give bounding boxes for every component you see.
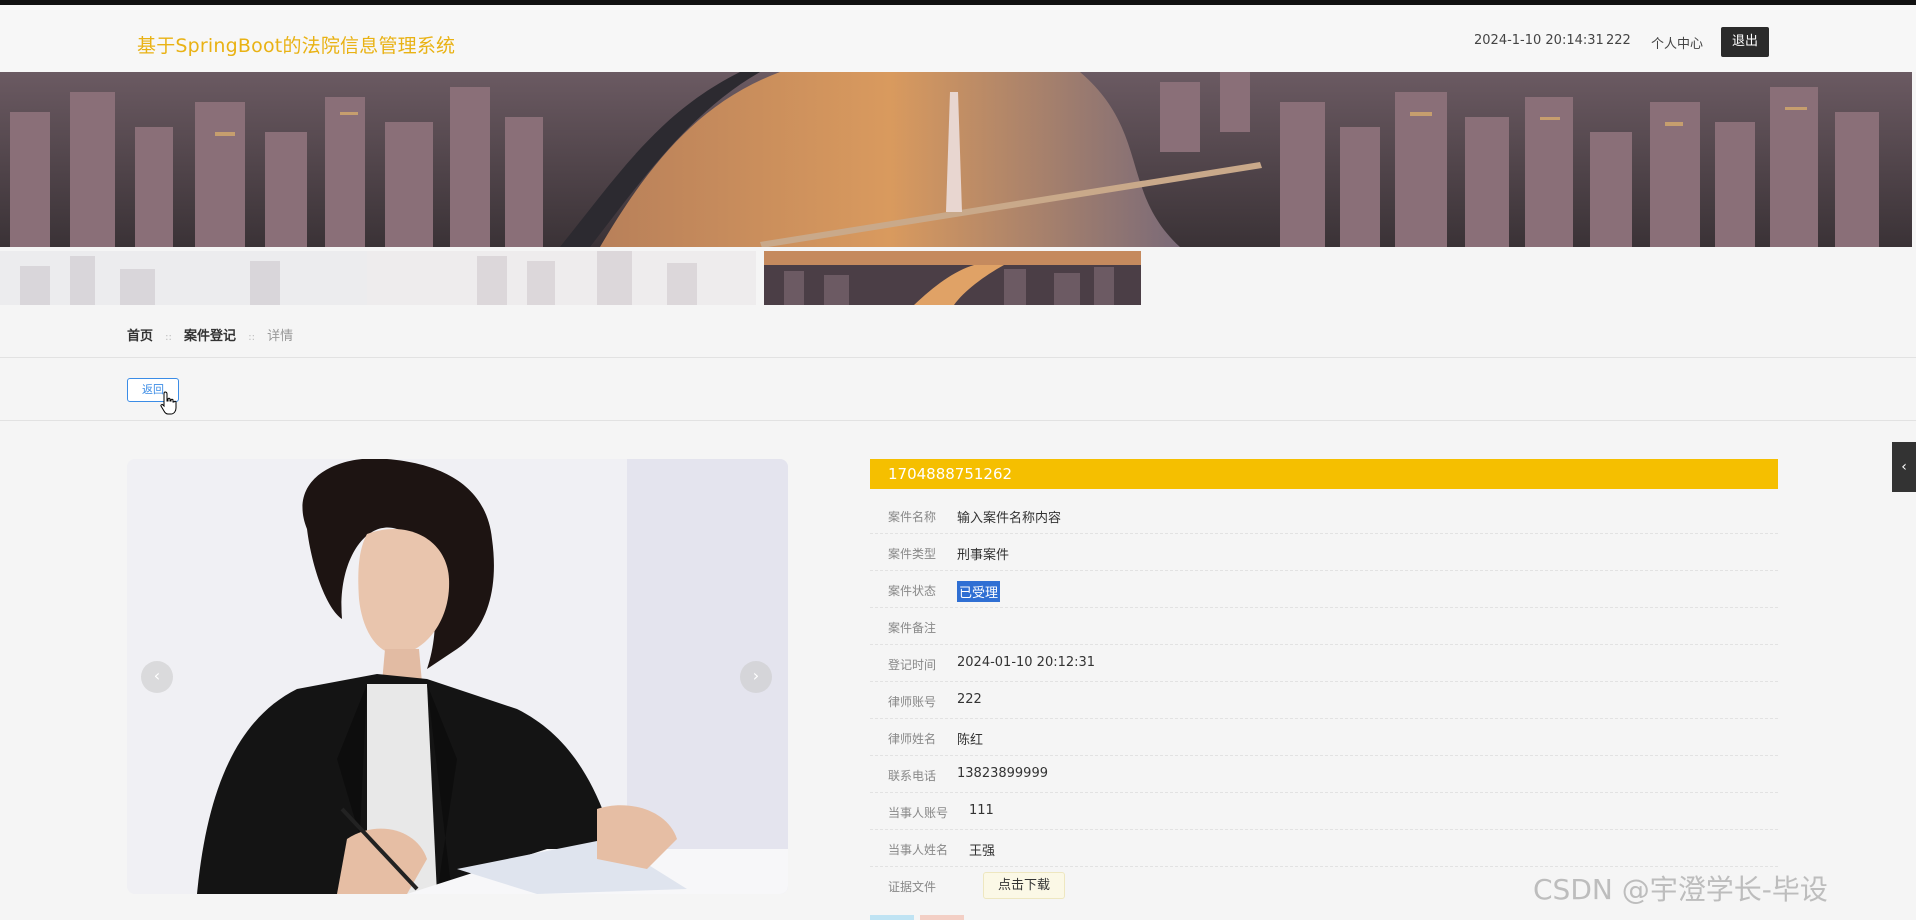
site-header: 基于SpringBoot的法院信息管理系统 2024-1-10 20:14:31… [0,5,1916,72]
detail-row-case-remark: 案件备注 [870,608,1778,645]
detail-row-lawyer-name: 律师姓名 陈红 [870,719,1778,756]
divider [0,357,1916,358]
site-title[interactable]: 基于SpringBoot的法院信息管理系统 [137,31,455,58]
breadcrumb-current: 详情 [267,329,294,344]
username: 222 [1606,33,1631,48]
field-label: 登记时间 [888,658,937,672]
breadcrumb-separator: :: [248,332,255,343]
field-label: 联系电话 [888,769,937,783]
detail-row-case-status: 案件状态 已受理 [870,571,1778,608]
chevron-left-icon: ‹ [1901,459,1907,475]
breadcrumb-section[interactable]: 案件登记 [184,325,236,344]
field-value: 222 [957,692,982,707]
field-value: 2024-01-10 20:12:31 [957,655,1096,670]
action-button-partial[interactable] [920,915,964,920]
divider [0,420,1916,421]
field-value: 陈红 [957,733,984,748]
field-label: 案件类型 [888,547,937,561]
hand-cursor-icon [160,391,177,415]
field-value: 王强 [969,844,996,859]
logout-button[interactable]: 退出 [1721,27,1769,57]
detail-row-register-time: 登记时间 2024-01-10 20:12:31 [870,645,1778,682]
detail-row-case-name: 案件名称 输入案件名称内容 [870,497,1778,534]
field-label: 案件状态 [888,584,937,598]
field-value-selected: 已受理 [957,581,1001,602]
breadcrumb-separator: :: [165,332,172,343]
field-label: 当事人姓名 [888,843,949,857]
detail-row-party-name: 当事人姓名 王强 [870,830,1778,867]
field-value: 刑事案件 [957,548,1010,563]
field-label: 证据文件 [888,880,937,894]
field-label: 当事人账号 [888,806,949,820]
detail-row-party-account: 当事人账号 111 [870,793,1778,830]
case-photo [127,459,788,894]
field-label: 案件名称 [888,510,937,524]
chevron-right-icon: › [752,666,760,685]
profile-link[interactable]: 个人中心 [1651,33,1703,52]
field-value: 13823899999 [957,766,1048,781]
chevron-left-icon: ‹ [153,666,161,685]
download-button[interactable]: 点击下载 [983,872,1066,899]
action-button-partial[interactable] [870,915,914,920]
banner-thumb-1[interactable] [0,251,367,305]
breadcrumb-home[interactable]: 首页 [127,325,153,344]
watermark: CSDN @宇澄学长-毕设 [1533,873,1828,906]
detail-row-phone: 联系电话 13823899999 [870,756,1778,793]
banner-image [0,72,1912,247]
banner-thumb-2[interactable] [367,251,756,305]
detail-row-case-type: 案件类型 刑事案件 [870,534,1778,571]
detail-row-lawyer-account: 律师账号 222 [870,682,1778,719]
current-datetime: 2024-1-10 20:14:31 [1474,33,1604,48]
breadcrumb: 首页 :: 案件登记 :: 详情 [127,325,293,344]
field-value: 输入案件名称内容 [957,511,1062,526]
field-value: 111 [969,803,994,818]
side-panel-toggle[interactable]: ‹ [1892,442,1916,492]
carousel-next-button[interactable]: › [740,661,772,693]
field-label: 律师账号 [888,695,937,709]
case-number-header: 1704888751262 [870,459,1778,489]
field-label: 律师姓名 [888,732,937,746]
banner-thumb-3-active[interactable] [764,251,1141,305]
carousel-prev-button[interactable]: ‹ [141,661,173,693]
field-label: 案件备注 [888,621,937,635]
